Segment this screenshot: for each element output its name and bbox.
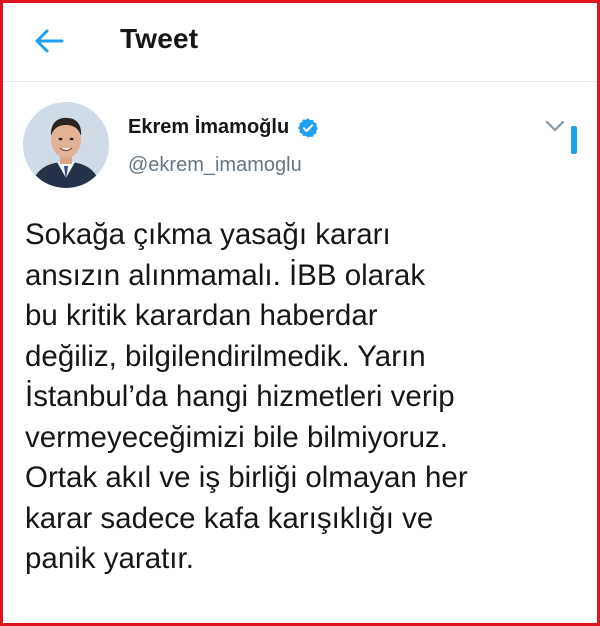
chevron-down-icon [545, 120, 565, 132]
arrow-left-icon [35, 29, 64, 53]
tweet-text: Sokağa çıkma yasağı kararı ansızın alınm… [25, 218, 468, 575]
scrollbar-thumb[interactable] [571, 126, 577, 154]
profile-photo [23, 102, 109, 188]
verified-badge-icon [297, 117, 319, 139]
tweet-menu-button[interactable] [541, 115, 569, 137]
screenshot-frame: Tweet Ekrem İmamoğlu @ekrem_imamoglu Sok… [0, 0, 600, 626]
tweet-card: Ekrem İmamoğlu @ekrem_imamoglu Sokağa çı… [3, 82, 597, 623]
top-app-bar: Tweet [3, 3, 597, 82]
author-name-row: Ekrem İmamoğlu [128, 116, 319, 139]
author-handle[interactable]: @ekrem_imamoglu [128, 154, 302, 177]
author-display-name[interactable]: Ekrem İmamoğlu [128, 116, 289, 139]
back-button[interactable] [29, 23, 69, 59]
page-title: Tweet [120, 23, 199, 54]
avatar[interactable] [23, 102, 109, 188]
